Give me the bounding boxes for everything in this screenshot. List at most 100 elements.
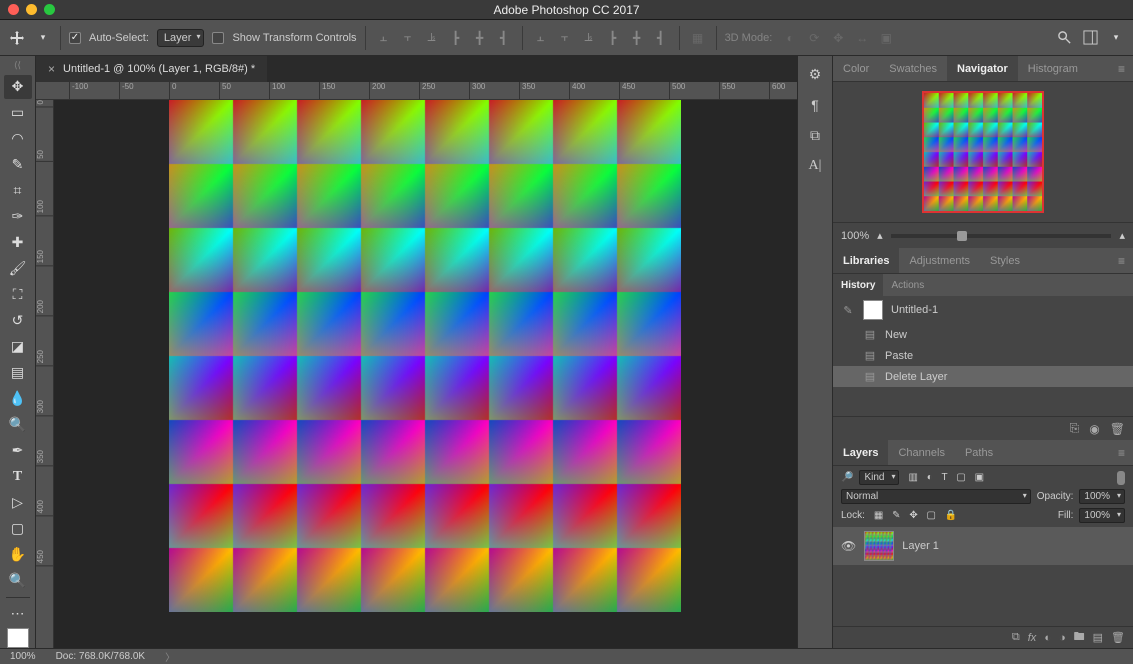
layer-mask-icon[interactable]: ◐ bbox=[1044, 632, 1051, 644]
document-tab[interactable]: × Untitled-1 @ 100% (Layer 1, RGB/8#) * bbox=[36, 56, 267, 82]
quick-select-tool[interactable]: ✎ bbox=[4, 153, 32, 177]
ruler-horizontal[interactable]: -100-50050100150200250300350400450500550… bbox=[36, 82, 797, 100]
tab-actions[interactable]: Actions bbox=[883, 274, 932, 296]
layer-fx-icon[interactable]: fx bbox=[1028, 632, 1037, 644]
window-minimize[interactable] bbox=[26, 4, 37, 15]
adjustment-icon[interactable]: ◑ bbox=[1059, 632, 1066, 644]
tab-swatches[interactable]: Swatches bbox=[879, 56, 947, 81]
lock-position-icon[interactable]: ✥ bbox=[909, 510, 917, 521]
panel-menu-icon[interactable]: ≡ bbox=[1110, 446, 1133, 460]
pan-icon[interactable]: ✥ bbox=[828, 28, 848, 48]
search-icon[interactable] bbox=[1055, 29, 1073, 47]
blur-tool[interactable]: 💧 bbox=[4, 387, 32, 411]
stamp-tool[interactable]: ⛶ bbox=[4, 283, 32, 307]
navigator-body[interactable] bbox=[833, 82, 1133, 222]
options-chevron-icon[interactable]: ▾ bbox=[34, 29, 52, 47]
layer-list[interactable]: 👁 Layer 1 bbox=[833, 527, 1133, 626]
ruler-vertical[interactable]: 050100150200250300350400450 bbox=[36, 100, 54, 648]
kind-dropdown[interactable]: Kind bbox=[859, 470, 899, 485]
healing-tool[interactable]: ✚ bbox=[4, 231, 32, 255]
filter-type-icon[interactable]: T bbox=[942, 472, 948, 483]
panel-menu-icon[interactable]: ≡ bbox=[1110, 62, 1133, 76]
dist-left-icon[interactable]: ┣ bbox=[603, 28, 623, 48]
new-layer-icon[interactable]: ▤ bbox=[1093, 631, 1103, 644]
zoom-out-icon[interactable]: ▴ bbox=[877, 229, 883, 242]
window-zoom[interactable] bbox=[44, 4, 55, 15]
dist-top-icon[interactable]: ⫠ bbox=[531, 28, 551, 48]
camera-icon[interactable]: ▣ bbox=[876, 28, 896, 48]
path-select-tool[interactable]: ▷ bbox=[4, 491, 32, 515]
status-chevron-icon[interactable]: 〉 bbox=[165, 649, 175, 664]
orbit-icon[interactable]: ◐ bbox=[780, 28, 800, 48]
align-top-icon[interactable]: ⫠ bbox=[374, 28, 394, 48]
glyphs-icon[interactable]: ⧉ bbox=[810, 127, 820, 144]
tab-histogram[interactable]: Histogram bbox=[1018, 56, 1088, 81]
navigator-thumbnail[interactable] bbox=[922, 91, 1044, 213]
tab-layers[interactable]: Layers bbox=[833, 440, 888, 465]
dodge-tool[interactable]: 🔍 bbox=[4, 413, 32, 437]
align-hcenter-icon[interactable]: ╋ bbox=[470, 28, 490, 48]
roll-icon[interactable]: ⟳ bbox=[804, 28, 824, 48]
document-canvas[interactable] bbox=[169, 100, 681, 612]
dist-right-icon[interactable]: ┫ bbox=[651, 28, 671, 48]
dist-hcenter-icon[interactable]: ╋ bbox=[627, 28, 647, 48]
history-panel[interactable]: ✎ Untitled-1 ▤New▤Paste▤Delete Layer bbox=[833, 296, 1133, 416]
visibility-icon[interactable]: 👁 bbox=[841, 539, 856, 553]
camera-icon[interactable]: ◉ bbox=[1089, 422, 1099, 436]
dist-vcenter-icon[interactable]: ⫟ bbox=[555, 28, 575, 48]
new-snapshot-icon[interactable]: ⎘ bbox=[1070, 421, 1080, 436]
fill-field[interactable]: 100% bbox=[1079, 508, 1125, 523]
move-tool-icon[interactable] bbox=[8, 29, 26, 47]
history-doc-row[interactable]: ✎ Untitled-1 bbox=[833, 296, 1133, 324]
paragraph-icon[interactable]: ¶ bbox=[811, 97, 819, 113]
filter-pixel-icon[interactable]: ▥ bbox=[908, 472, 917, 483]
trash-icon[interactable]: 🗑 bbox=[1110, 422, 1125, 436]
auto-select-checkbox[interactable] bbox=[69, 32, 81, 44]
tab-paths[interactable]: Paths bbox=[955, 440, 1003, 465]
filter-adjust-icon[interactable]: ◐ bbox=[927, 472, 933, 483]
hand-tool[interactable]: ✋ bbox=[4, 543, 32, 567]
panel-settings-icon[interactable]: ⚙ bbox=[809, 66, 822, 83]
toolbar-collapse-icon[interactable]: ⟨⟨ bbox=[14, 60, 21, 71]
tab-libraries[interactable]: Libraries bbox=[833, 248, 899, 273]
status-zoom[interactable]: 100% bbox=[10, 651, 36, 662]
tab-navigator[interactable]: Navigator bbox=[947, 56, 1018, 81]
align-bottom-icon[interactable]: ⫡ bbox=[422, 28, 442, 48]
eraser-tool[interactable]: ◪ bbox=[4, 335, 32, 359]
kind-search-icon[interactable]: 🔎 bbox=[841, 472, 853, 483]
lasso-tool[interactable]: ◠ bbox=[4, 127, 32, 151]
tab-color[interactable]: Color bbox=[833, 56, 879, 81]
history-item[interactable]: ▤New bbox=[833, 324, 1133, 345]
history-item[interactable]: ▤Delete Layer bbox=[833, 366, 1133, 387]
status-docsize[interactable]: Doc: 768.0K/768.0K bbox=[56, 651, 146, 662]
type-tool[interactable]: T bbox=[4, 465, 32, 489]
layer-name[interactable]: Layer 1 bbox=[902, 540, 939, 552]
link-layers-icon[interactable]: ⧉ bbox=[1012, 631, 1020, 644]
align-left-icon[interactable]: ┣ bbox=[446, 28, 466, 48]
gradient-tool[interactable]: ▤ bbox=[4, 361, 32, 385]
brush-tool[interactable]: 🖌 bbox=[4, 257, 32, 281]
panel-menu-icon[interactable]: ≡ bbox=[1110, 254, 1133, 268]
rectangle-tool[interactable]: ▢ bbox=[4, 517, 32, 541]
lock-transparent-icon[interactable]: ▦ bbox=[874, 510, 883, 521]
window-close[interactable] bbox=[8, 4, 19, 15]
eyedropper-tool[interactable]: ✑ bbox=[4, 205, 32, 229]
canvas-viewport[interactable] bbox=[54, 100, 797, 648]
tab-styles[interactable]: Styles bbox=[980, 248, 1030, 273]
align-vcenter-icon[interactable]: ⫟ bbox=[398, 28, 418, 48]
opacity-field[interactable]: 100% bbox=[1079, 489, 1125, 504]
slide-icon[interactable]: ↔ bbox=[852, 28, 872, 48]
tab-history[interactable]: History bbox=[833, 274, 883, 296]
history-item[interactable]: ▤Paste bbox=[833, 345, 1133, 366]
auto-align-icon[interactable]: ▦ bbox=[688, 28, 708, 48]
workspace-chevron-icon[interactable]: ▾ bbox=[1107, 29, 1125, 47]
lock-all-icon[interactable]: 🔒 bbox=[945, 510, 957, 521]
history-brush-tool[interactable]: ↺ bbox=[4, 309, 32, 333]
zoom-tool[interactable]: 🔍 bbox=[4, 569, 32, 593]
tab-channels[interactable]: Channels bbox=[888, 440, 954, 465]
dist-bottom-icon[interactable]: ⫡ bbox=[579, 28, 599, 48]
edit-toolbar[interactable]: ⋯ bbox=[4, 602, 32, 626]
lock-pixels-icon[interactable]: ✎ bbox=[892, 510, 900, 521]
align-right-icon[interactable]: ┫ bbox=[494, 28, 514, 48]
close-tab-icon[interactable]: × bbox=[48, 62, 55, 76]
